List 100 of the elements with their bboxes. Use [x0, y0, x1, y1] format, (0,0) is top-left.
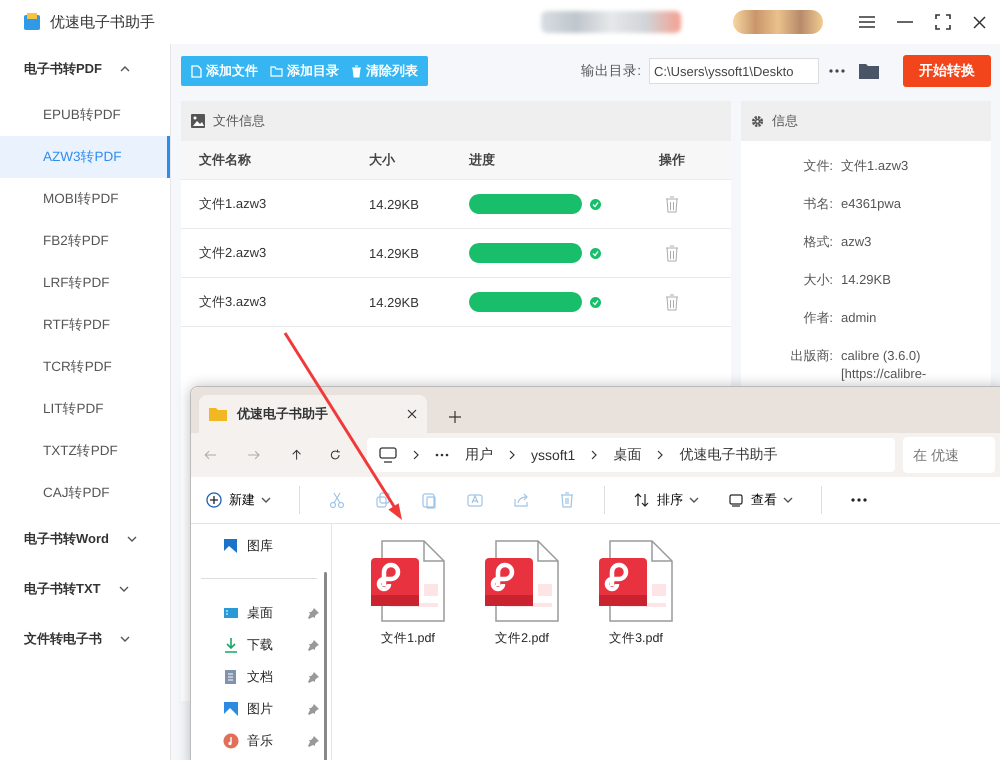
scissors-icon — [328, 491, 346, 509]
sidebar-group[interactable]: 电子书转Word — [24, 530, 109, 548]
nav-label: 文档 — [247, 668, 273, 686]
sidebar-item[interactable]: RTF转PDF — [0, 304, 170, 346]
breadcrumb[interactable]: yssoft1 — [530, 447, 576, 463]
sidebar-item[interactable]: TCR转PDF — [0, 346, 170, 388]
nav-item[interactable]: 图库 — [191, 530, 331, 562]
field-label: 文件: — [802, 157, 833, 175]
file-item[interactable]: 文件2.pdf — [482, 540, 562, 760]
command-button[interactable] — [850, 498, 868, 502]
address-bar[interactable]: 用户 yssoft1 桌面 优速电子书助手 — [366, 438, 895, 472]
field-value: 文件1.azw3 — [841, 157, 910, 175]
field-label: 书名: — [802, 195, 833, 213]
field-value: azw3 — [841, 233, 872, 251]
chevron-icon — [261, 497, 271, 503]
explorer-tab[interactable]: 优速电子书助手 — [199, 395, 427, 433]
search-field[interactable]: 在 优速 — [902, 437, 995, 473]
table-cell-text: 文件2.azw3 — [199, 244, 268, 262]
chevron-icon — [783, 497, 793, 503]
sidebar-item[interactable]: LRF转PDF — [0, 262, 170, 304]
sidebar-item[interactable]: LIT转PDF — [0, 388, 170, 430]
output-path-field[interactable]: C:\Users\yssoft1\Deskto — [649, 58, 819, 84]
file-icon — [191, 64, 202, 78]
new-tab-icon[interactable] — [449, 411, 461, 423]
field-value: admin — [841, 309, 878, 327]
sidebar-item[interactable]: FB2转PDF — [0, 220, 170, 262]
output-label: 输出目录: — [581, 62, 641, 80]
file-item[interactable]: 文件1.pdf — [368, 540, 448, 760]
breadcrumb[interactable]: 用户 — [464, 446, 493, 464]
table-cell-text: 14.29KB — [369, 196, 420, 212]
field-value: 14.29KB — [841, 271, 892, 289]
field-value: calibre (3.6.0) [https://calibre- — [841, 347, 928, 383]
fullscreen-icon[interactable] — [935, 14, 951, 30]
command-button[interactable]: 排序 — [633, 491, 699, 509]
chevron-icon — [118, 586, 129, 592]
nav-item[interactable]: 图片 — [191, 693, 331, 725]
file-item[interactable]: 文件3.pdf — [596, 540, 676, 760]
sidebar-item[interactable]: TXTZ转PDF — [0, 430, 170, 472]
file-name: 文件1.pdf — [381, 630, 435, 647]
nav-label: 图片 — [247, 700, 273, 718]
document-icon — [223, 669, 239, 685]
folder-icon — [270, 66, 283, 76]
field-label: 作者: — [802, 309, 833, 327]
file-name: 文件3.pdf — [609, 630, 663, 647]
chevron-right-icon — [657, 450, 664, 460]
close-icon[interactable] — [407, 409, 417, 419]
sidebar-group[interactable]: 电子书转PDF — [24, 60, 102, 78]
folder-icon — [209, 407, 227, 421]
column-header: 文件名称 — [199, 151, 252, 169]
sidebar-item[interactable]: EPUB转PDF — [0, 94, 170, 136]
close-icon[interactable] — [973, 16, 986, 28]
trash-icon — [351, 64, 362, 78]
plus-icon — [205, 491, 223, 509]
music-icon — [223, 733, 239, 749]
menu-icon[interactable] — [859, 16, 875, 28]
command-button[interactable]: 查看 — [727, 491, 793, 509]
chevron-icon — [689, 497, 699, 503]
breadcrumb[interactable]: 桌面 — [613, 446, 642, 464]
column-header: 操作 — [659, 151, 686, 169]
minimize-icon[interactable] — [897, 21, 913, 23]
chevron-icon — [120, 636, 130, 642]
field-value: e4361pwa — [841, 195, 902, 213]
nav-item[interactable]: 桌面 — [191, 597, 331, 629]
pdf-file-icon — [370, 540, 446, 624]
breadcrumb[interactable]: 优速电子书助手 — [679, 446, 778, 464]
file-name: 文件2.pdf — [495, 630, 549, 647]
pdf-file-icon — [484, 540, 560, 624]
table-cell-text: 14.29KB — [369, 294, 420, 310]
nav-item[interactable]: 下载 — [191, 629, 331, 661]
chevron-icon — [126, 536, 137, 542]
nav-label: 音乐 — [247, 732, 273, 750]
panel-title: 信息 — [772, 112, 798, 130]
chevron-right-icon — [412, 450, 419, 460]
sidebar-group[interactable]: 文件转电子书 — [24, 630, 102, 648]
sidebar-item[interactable]: CAJ转PDF — [0, 472, 170, 514]
settings-icon — [751, 114, 764, 128]
command-button[interactable]: 新建 — [205, 491, 271, 509]
window-title: 优速电子书助手 — [50, 12, 155, 32]
more-icon[interactable] — [829, 69, 845, 73]
nav-item[interactable]: 文档 — [191, 661, 331, 693]
computer-icon — [378, 447, 397, 463]
clipboard-icon — [420, 491, 438, 509]
desktop-icon — [223, 605, 239, 621]
nav-label: 下载 — [247, 636, 273, 654]
copy-icon — [374, 491, 392, 509]
more-icon[interactable] — [434, 453, 449, 457]
nav-label: 桌面 — [247, 604, 273, 622]
chevron-right-icon — [591, 450, 598, 460]
share-icon — [512, 491, 530, 509]
panel-title: 文件信息 — [213, 112, 265, 130]
folder-icon[interactable] — [859, 63, 879, 79]
pdf-file-icon — [598, 540, 674, 624]
nav-item[interactable]: 音乐 — [191, 725, 331, 757]
field-label: 出版商: — [789, 347, 833, 365]
download-icon — [223, 637, 239, 653]
sidebar-group[interactable]: 电子书转TXT — [24, 580, 101, 598]
nav-label: 图库 — [247, 537, 273, 555]
start-button[interactable]: 开始转换 — [903, 55, 991, 87]
field-label: 大小: — [802, 271, 833, 289]
sidebar-item[interactable]: MOBI转PDF — [0, 178, 170, 220]
